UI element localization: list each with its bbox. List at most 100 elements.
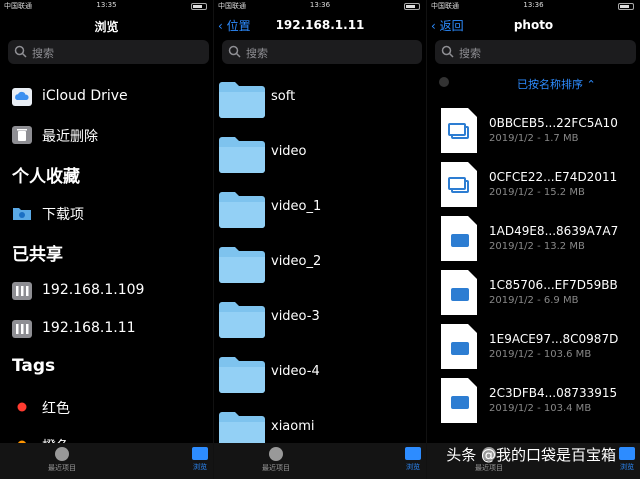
folder-item[interactable]: video_2 xyxy=(214,239,426,294)
search-input[interactable]: 搜索 xyxy=(435,40,636,64)
folder-item[interactable]: video xyxy=(214,129,426,184)
more-options-icon[interactable] xyxy=(439,77,449,87)
search-input[interactable]: 搜索 xyxy=(8,40,209,64)
sort-bar: 已按名称排序 ⌃ xyxy=(427,66,640,102)
page-title: 浏览 xyxy=(94,20,119,34)
tags-header: Tags xyxy=(12,356,56,376)
file-meta: 2019/1/2 - 103.6 MB xyxy=(489,349,592,360)
shared-header: 已共享 xyxy=(12,245,63,265)
folder-icon xyxy=(405,447,421,460)
file-name: 1AD49E8...8639A7A7 xyxy=(489,224,619,238)
tab-recents[interactable]: 最近项目 xyxy=(261,447,291,473)
location-label: 最近删除 xyxy=(42,129,98,145)
battery-icon xyxy=(404,3,420,10)
tab-browse[interactable]: 浏览 xyxy=(402,447,424,472)
browse-panel: 中国联通 13:35 浏览 搜索 iCloud Drive 最近删除 个人收藏 … xyxy=(0,0,213,479)
folder-item[interactable]: video_1 xyxy=(214,184,426,239)
search-placeholder: 搜索 xyxy=(32,47,54,60)
location-recently-deleted[interactable]: 最近删除 xyxy=(0,116,213,154)
tag-label: 红色 xyxy=(42,401,70,417)
battery-icon xyxy=(618,3,634,10)
file-item[interactable]: 0BBCEB5...22FC5A10 2019/1/2 - 1.7 MB xyxy=(427,106,640,160)
folder-label: video_1 xyxy=(271,199,322,214)
status-time: 13:36 xyxy=(309,1,331,9)
folder-icon xyxy=(219,247,265,283)
file-meta: 2019/1/2 - 6.9 MB xyxy=(489,295,579,306)
file-name: 1E9ACE97...8C0987D xyxy=(489,332,619,346)
search-placeholder: 搜索 xyxy=(459,47,481,60)
folder-label: soft xyxy=(271,89,296,104)
file-item[interactable]: 1E9ACE97...8C0987D 2019/1/2 - 103.6 MB xyxy=(427,322,640,376)
folder-label: xiaomi xyxy=(271,419,315,434)
icloud-icon xyxy=(12,88,32,106)
clapperboard-icon xyxy=(451,342,469,355)
page-title: 192.168.1.11 xyxy=(275,18,365,32)
location-label: iCloud Drive xyxy=(42,88,128,104)
shared-server-2[interactable]: 192.168.1.11 xyxy=(0,310,213,348)
file-item[interactable]: 0CFCE22...E74D2011 2019/1/2 - 15.2 MB xyxy=(427,160,640,214)
tab-browse[interactable]: 浏览 xyxy=(616,447,638,472)
file-name: 1C85706...EF7D59BB xyxy=(489,278,618,292)
file-item[interactable]: 1C85706...EF7D59BB 2019/1/2 - 6.9 MB xyxy=(427,268,640,322)
folder-item[interactable]: soft xyxy=(214,74,426,129)
folder-icon xyxy=(219,137,265,173)
tab-bar: 最近项目 浏览 xyxy=(0,443,213,479)
search-icon xyxy=(228,45,241,58)
file-item[interactable]: 2C3DFB4...08733915 2019/1/2 - 103.4 MB xyxy=(427,376,640,430)
file-meta: 2019/1/2 - 1.7 MB xyxy=(489,133,579,144)
watermark: 头条 @我的口袋是百宝箱 xyxy=(446,446,616,464)
status-bar: 中国联通 13:35 xyxy=(0,0,213,12)
nav-bar: 浏览 xyxy=(0,14,213,38)
folder-label: video-3 xyxy=(271,309,320,324)
clock-icon xyxy=(55,447,69,461)
image-glyph-icon xyxy=(448,123,469,139)
folder-icon xyxy=(219,357,265,393)
shared-server-1[interactable]: 192.168.1.109 xyxy=(0,272,213,310)
page-title: photo xyxy=(513,18,554,32)
search-icon xyxy=(14,45,27,58)
location-icloud-drive[interactable]: iCloud Drive xyxy=(0,78,213,116)
tab-recents[interactable]: 最近项目 xyxy=(47,447,77,473)
clock-icon xyxy=(269,447,283,461)
folder-icon xyxy=(219,192,265,228)
status-bar: 中国联通 13:36 xyxy=(214,0,426,12)
tag-red[interactable]: 红色 xyxy=(0,388,213,426)
status-time: 13:36 xyxy=(523,1,544,9)
download-folder-icon xyxy=(13,208,31,220)
folder-label: video-4 xyxy=(271,364,320,379)
clapperboard-icon xyxy=(451,396,469,409)
file-meta: 2019/1/2 - 13.2 MB xyxy=(489,241,585,252)
file-item[interactable]: 1AD49E8...8639A7A7 2019/1/2 - 13.2 MB xyxy=(427,214,640,268)
nav-bar: ‹ 位置 192.168.1.11 xyxy=(214,14,426,38)
folder-icon xyxy=(619,447,635,460)
nav-bar: ‹ 返回 photo xyxy=(427,14,640,38)
sort-button[interactable]: 已按名称排序 ⌃ xyxy=(517,76,596,92)
file-name: 0CFCE22...E74D2011 xyxy=(489,170,618,184)
red-tag-dot-icon xyxy=(17,402,27,412)
server-panel: 中国联通 13:36 ‹ 位置 192.168.1.11 搜索 soft vid… xyxy=(214,0,426,479)
image-glyph-icon xyxy=(448,177,469,193)
tab-bar: 最近项目 浏览 xyxy=(214,443,426,479)
status-bar: 中国联通 13:36 xyxy=(427,0,640,12)
clapperboard-icon xyxy=(451,288,469,301)
file-meta: 2019/1/2 - 15.2 MB xyxy=(489,187,585,198)
tab-browse[interactable]: 浏览 xyxy=(189,447,211,472)
favorite-label: 下载项 xyxy=(42,207,84,223)
file-name: 2C3DFB4...08733915 xyxy=(489,386,618,400)
folder-item[interactable]: video-4 xyxy=(214,349,426,404)
photo-folder-panel: 中国联通 13:36 ‹ 返回 photo 搜索 已按名称排序 ⌃ 0BBCEB… xyxy=(427,0,640,479)
shared-label: 192.168.1.109 xyxy=(42,282,145,298)
folder-label: video_2 xyxy=(271,254,322,269)
search-icon xyxy=(441,45,454,58)
trash-icon xyxy=(12,126,32,144)
folder-item[interactable]: video-3 xyxy=(214,294,426,349)
file-meta: 2019/1/2 - 103.4 MB xyxy=(489,403,592,414)
folder-icon xyxy=(219,82,265,118)
status-time: 13:35 xyxy=(96,1,117,9)
favorites-header: 个人收藏 xyxy=(12,167,80,187)
search-input[interactable]: 搜索 xyxy=(222,40,422,64)
favorite-downloads[interactable]: 下载项 xyxy=(0,194,213,232)
folder-icon xyxy=(219,302,265,338)
clapperboard-icon xyxy=(451,234,469,247)
folder-label: video xyxy=(271,144,307,159)
